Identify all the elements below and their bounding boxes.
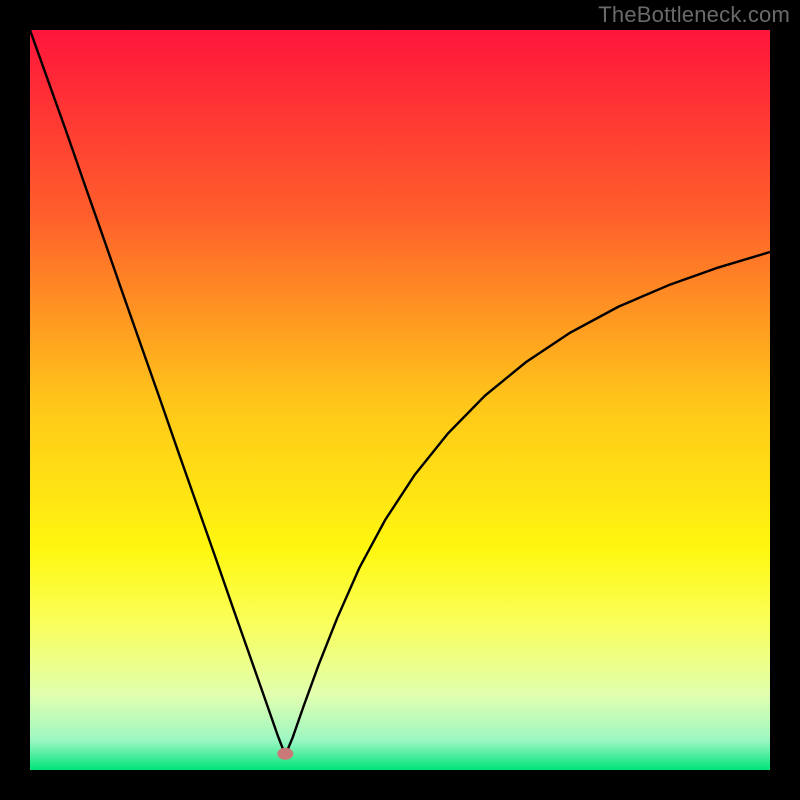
- gradient-background: [30, 30, 770, 770]
- chart-frame: TheBottleneck.com: [0, 0, 800, 800]
- marker-dot: [277, 748, 293, 760]
- watermark-text: TheBottleneck.com: [598, 2, 790, 28]
- plot-area: [30, 30, 770, 770]
- chart-svg: [30, 30, 770, 770]
